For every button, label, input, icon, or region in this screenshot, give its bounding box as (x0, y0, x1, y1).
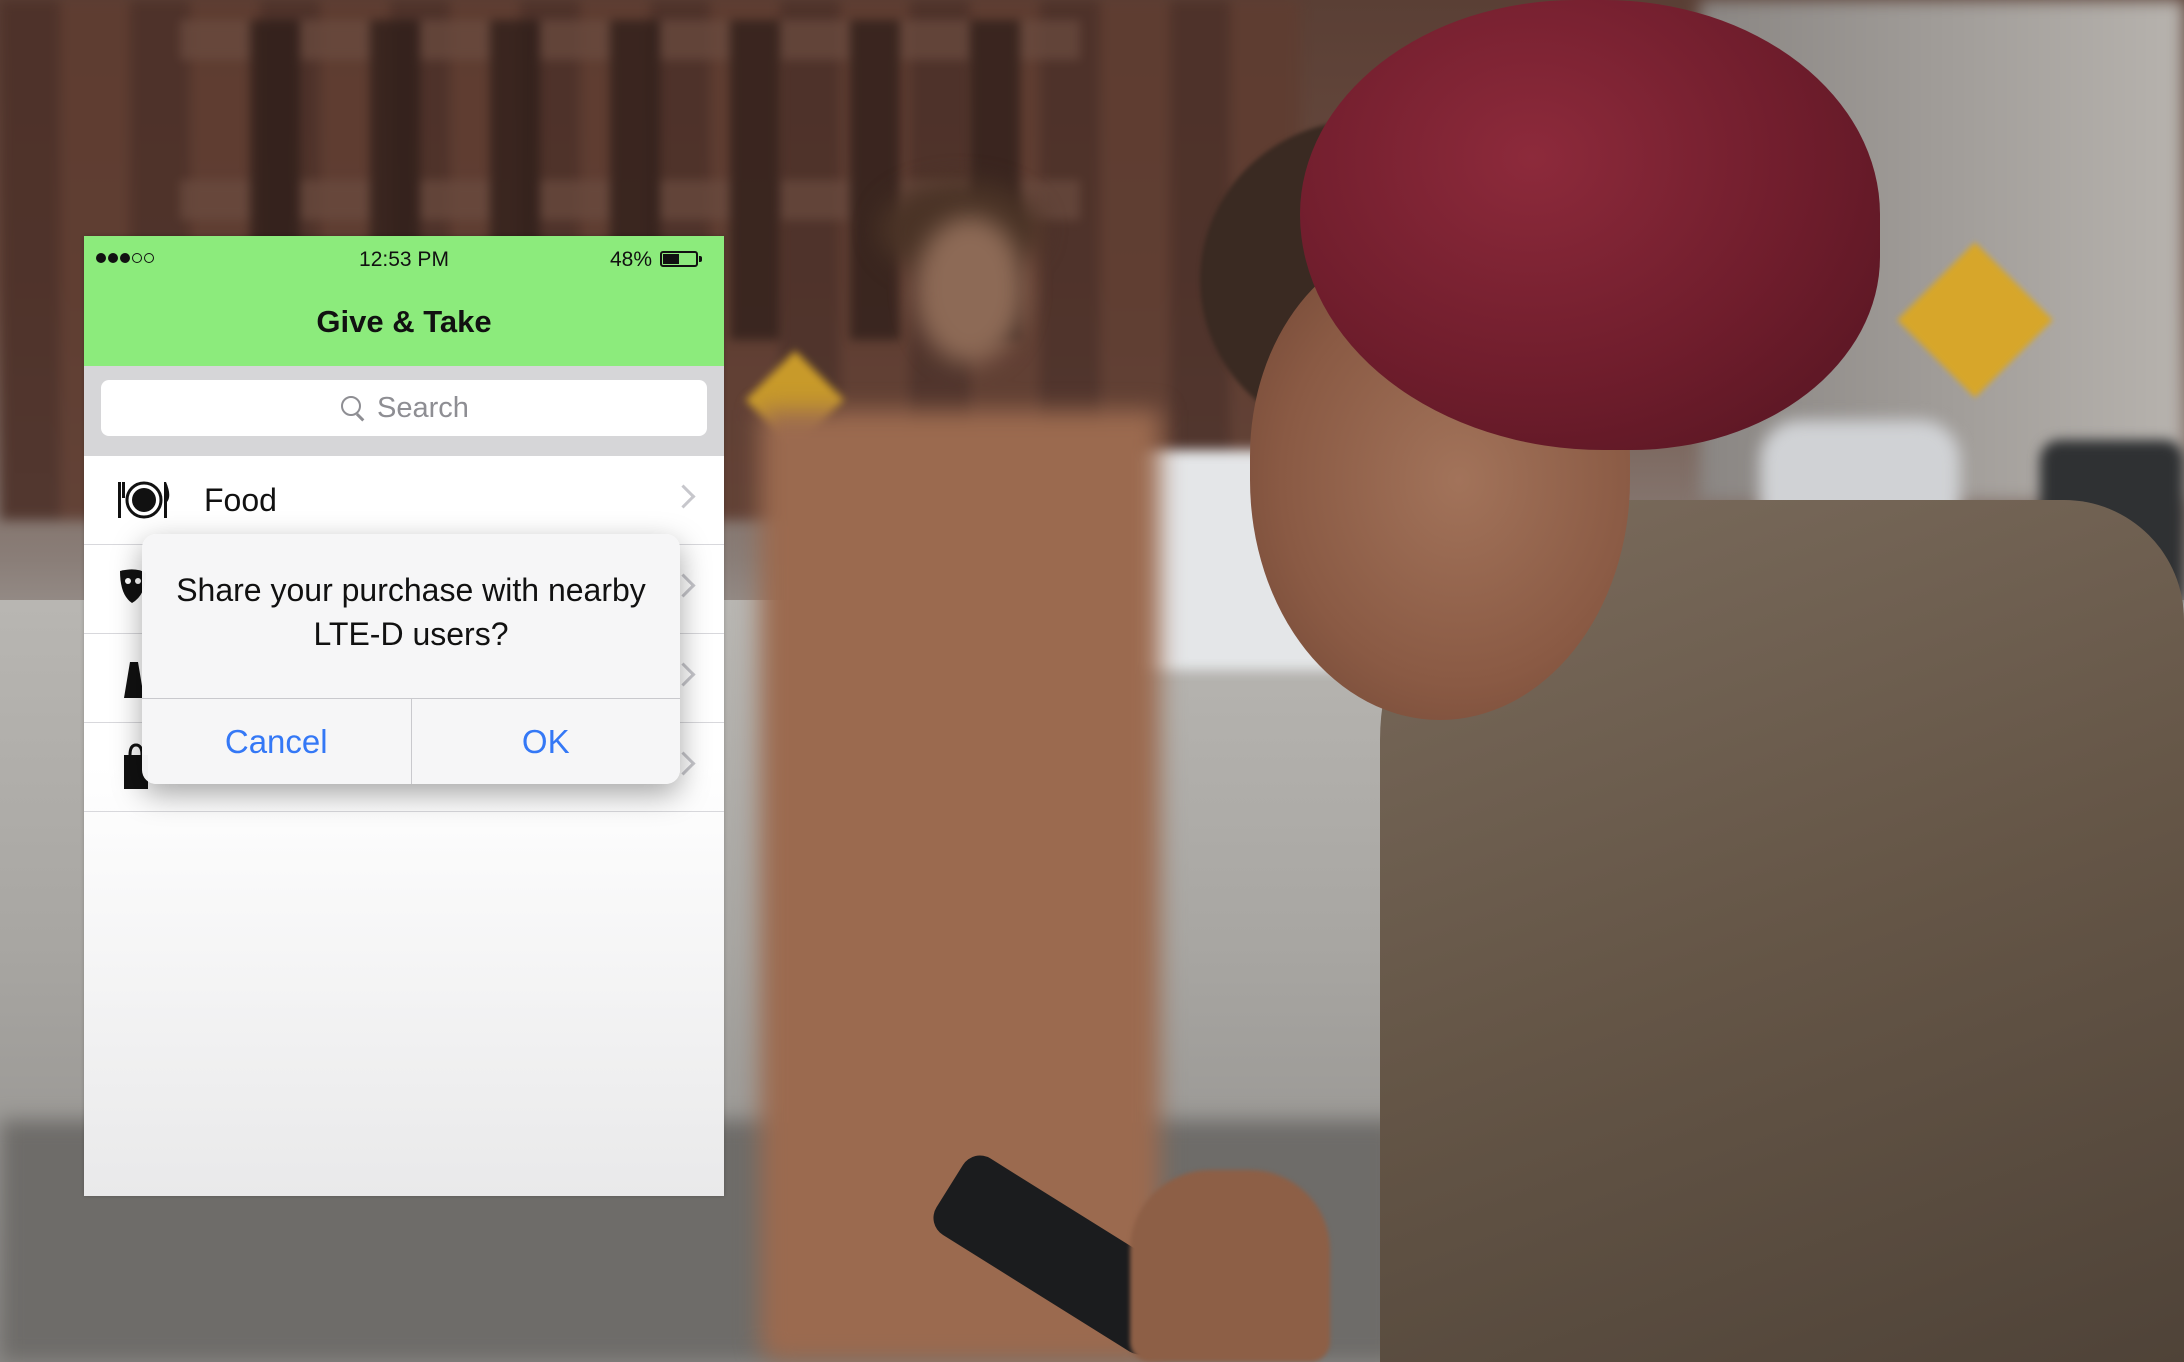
search-placeholder: Search (377, 391, 469, 424)
cancel-button[interactable]: Cancel (142, 699, 411, 784)
list-item-label: Food (204, 482, 277, 518)
battery-percent: 48% (609, 248, 652, 271)
phone-screen: 12:53 PM 48% Give & Take Search Food Sha… (84, 236, 724, 1196)
page-title: Give & Take (316, 304, 492, 339)
search-bar: Search (84, 366, 724, 456)
navigation-bar: 12:53 PM 48% Give & Take (84, 236, 724, 366)
alert-message: Share your purchase with nearby LTE-D us… (176, 572, 646, 652)
hand (1130, 1170, 1330, 1362)
battery-icon (660, 251, 702, 267)
plate-fork-knife-icon (118, 481, 170, 519)
ok-button[interactable]: OK (410, 699, 681, 784)
list-item[interactable]: Food (84, 456, 724, 545)
search-icon (339, 394, 367, 422)
share-alert-dialog: Share your purchase with nearby LTE-D us… (142, 534, 680, 784)
chevron-right-icon (671, 484, 696, 509)
search-input[interactable]: Search (101, 380, 707, 436)
status-bar: 12:53 PM 48% (84, 236, 724, 286)
alert-buttons: Cancel OK (142, 698, 680, 784)
